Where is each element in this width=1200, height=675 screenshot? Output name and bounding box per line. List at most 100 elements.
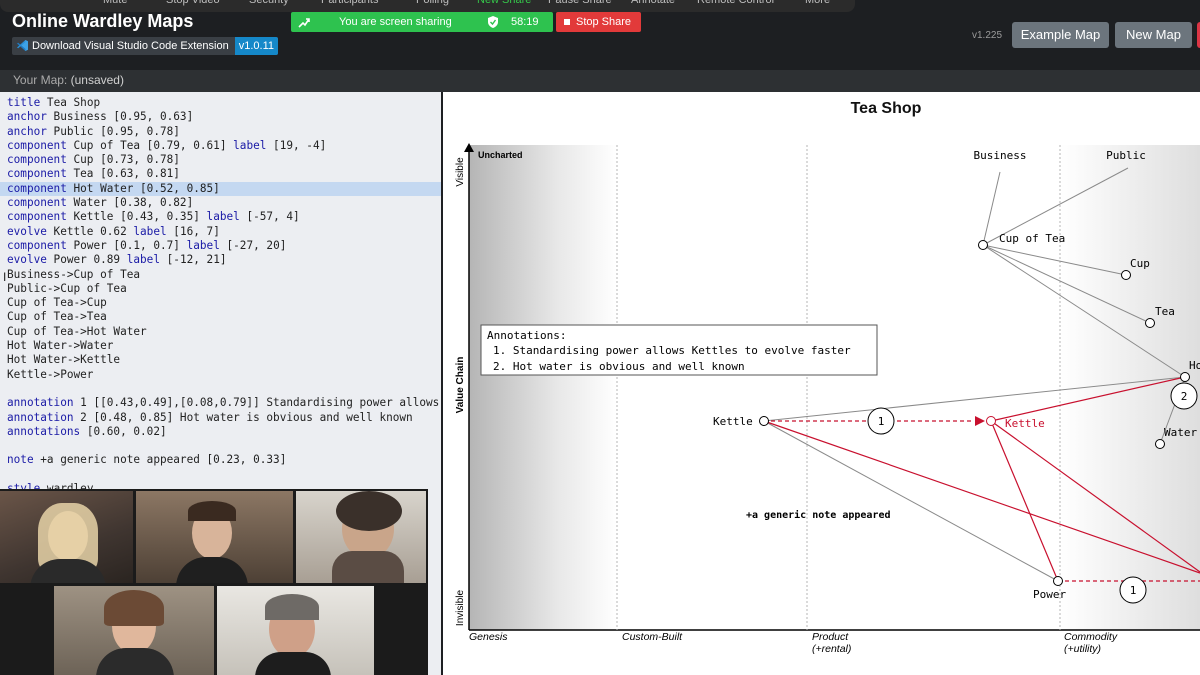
component-water-node[interactable] (1155, 439, 1165, 449)
participant-video-2[interactable] (136, 491, 293, 583)
stop-share-label: Stop Share (576, 16, 632, 28)
vscode-version-badge: v1.0.11 (234, 37, 278, 55)
editor-line[interactable]: note +a generic note appeared [0.23, 0.3… (7, 453, 441, 467)
wardley-map-svg: Tea Shop Uncharted Visible Value Chain I… (455, 100, 1200, 655)
sharing-timer: 58:19 (511, 16, 539, 28)
editor-line[interactable]: component Water [0.38, 0.82] (7, 196, 441, 210)
stage-commodity: Commodity (1064, 631, 1118, 643)
editor-line[interactable]: component Tea [0.63, 0.81] (7, 167, 441, 181)
participant-video-1[interactable] (0, 491, 133, 583)
editor-line[interactable]: anchor Business [0.95, 0.63] (7, 110, 441, 124)
component-hot-water-label[interactable]: Ho (1189, 359, 1200, 372)
editor-line[interactable]: title Tea Shop (7, 96, 441, 110)
anchor-business[interactable]: Business (974, 149, 1027, 162)
text-cursor: I (3, 270, 7, 284)
editor-line[interactable]: Hot Water->Water (7, 339, 441, 353)
editor-line[interactable] (7, 468, 441, 482)
component-cup-of-tea-label[interactable]: Cup of Tea (999, 232, 1065, 245)
editor-line[interactable]: evolve Power 0.89 label [-12, 21] (7, 253, 441, 267)
new-map-button[interactable]: New Map (1115, 22, 1192, 48)
share-screen-icon (297, 15, 311, 32)
zoom-toolbar-item[interactable]: New Share (477, 0, 531, 6)
zoom-toolbar-item[interactable]: Participants (321, 0, 378, 6)
vscode-extension-label: Download Visual Studio Code Extension (32, 40, 229, 52)
editor-line[interactable]: evolve Kettle 0.62 label [16, 7] (7, 225, 441, 239)
component-power-label[interactable]: Power (1033, 588, 1066, 601)
editor-line[interactable]: annotations [0.60, 0.02] (7, 425, 441, 439)
editor-line[interactable]: Cup of Tea->Hot Water (7, 325, 441, 339)
map-status-label: Your Map: (13, 73, 68, 87)
stage-custom-built: Custom-Built (622, 631, 683, 643)
stage-product: Product (812, 631, 849, 643)
participant-video-5[interactable] (217, 586, 374, 675)
editor-line[interactable] (7, 382, 441, 396)
stage-product-sub: (+rental) (812, 643, 851, 655)
zoom-toolbar-item[interactable]: Annotate (631, 0, 675, 6)
annotation-item-2: 2. Hot water is obvious and well known (493, 360, 745, 373)
editor-line[interactable]: component Cup of Tea [0.79, 0.61] label … (7, 139, 441, 153)
editor-content[interactable]: title Tea Shop anchor Business [0.95, 0.6… (0, 92, 441, 496)
editor-line[interactable]: component Power [0.1, 0.7] label [-27, 2… (7, 239, 441, 253)
editor-line[interactable]: Kettle->Power (7, 368, 441, 382)
editor-line[interactable]: Business->Cup of Tea (7, 268, 441, 282)
zoom-toolbar-item[interactable]: Pause Share (548, 0, 612, 6)
screen-sharing-banner: You are screen sharing 58:19 (291, 12, 553, 32)
zoom-toolbar-item[interactable]: Remote Control (697, 0, 774, 6)
wardley-map-canvas[interactable]: Tea Shop Uncharted Visible Value Chain I… (443, 92, 1200, 675)
anchor-public[interactable]: Public (1106, 149, 1146, 162)
genesis-shading (469, 145, 617, 630)
annotation-marker-2-label: 2 (1181, 390, 1188, 403)
evolved-kettle-node[interactable] (986, 416, 996, 426)
app-version: v1.225 (972, 30, 1003, 41)
component-cup-label[interactable]: Cup (1130, 257, 1150, 270)
evolved-kettle-label[interactable]: Kettle (1005, 417, 1045, 430)
vscode-extension-link[interactable]: Download Visual Studio Code Extension v1… (12, 37, 278, 55)
component-cup-node[interactable] (1121, 270, 1131, 280)
component-cup-of-tea-node[interactable] (978, 240, 988, 250)
component-power-node[interactable] (1053, 576, 1063, 586)
y-axis-value-chain-label: Value Chain (455, 357, 466, 414)
y-axis-invisible-label: Invisible (455, 590, 466, 627)
component-hot-water-node[interactable] (1180, 372, 1190, 382)
participant-video-4[interactable] (54, 586, 214, 675)
component-tea-node[interactable] (1145, 318, 1155, 328)
annotation-marker-1b-label: 1 (1130, 584, 1137, 597)
map-status-bar: Your Map: (unsaved) (0, 70, 1200, 92)
map-note[interactable]: +a generic note appeared (746, 509, 891, 521)
stage-commodity-sub: (+utility) (1064, 643, 1101, 655)
editor-line[interactable]: Cup of Tea->Cup (7, 296, 441, 310)
map-status-value: (unsaved) (70, 73, 124, 87)
map-title: Tea Shop (851, 100, 922, 117)
component-kettle-node[interactable] (759, 416, 769, 426)
zoom-toolbar-item[interactable]: Mute (103, 0, 127, 6)
editor-line[interactable]: component Cup [0.73, 0.78] (7, 153, 441, 167)
editor-line[interactable]: Cup of Tea->Tea (7, 310, 441, 324)
editor-line[interactable]: anchor Public [0.95, 0.78] (7, 125, 441, 139)
zoom-toolbar-item[interactable]: Stop Video (166, 0, 220, 6)
stop-share-button[interactable]: Stop Share (556, 12, 641, 32)
editor-line[interactable]: annotation 1 [[0.43,0.49],[0.08,0.79]] S… (7, 396, 441, 410)
annotation-item-1: 1. Standardising power allows Kettles to… (493, 344, 851, 357)
uncharted-label: Uncharted (478, 150, 523, 160)
editor-line[interactable]: Hot Water->Kettle (7, 353, 441, 367)
editor-line[interactable]: component Kettle [0.43, 0.35] label [-57… (7, 210, 441, 224)
editor-line[interactable]: component Hot Water [0.52, 0.85] (0, 181, 441, 197)
editor-line[interactable] (7, 439, 441, 453)
component-tea-label[interactable]: Tea (1155, 305, 1175, 318)
component-kettle-label[interactable]: Kettle (713, 415, 753, 428)
screen-sharing-text: You are screen sharing (339, 16, 452, 28)
video-gallery (0, 489, 428, 675)
component-water-label[interactable]: Water (1164, 426, 1197, 439)
editor-line[interactable]: Public->Cup of Tea (7, 282, 441, 296)
stop-icon (564, 19, 570, 25)
zoom-toolbar-item[interactable]: More (805, 0, 830, 6)
zoom-toolbar-item[interactable]: Polling (416, 0, 449, 6)
annotation-marker-1-label: 1 (878, 415, 885, 428)
zoom-toolbar-item[interactable]: Security (249, 0, 289, 6)
example-map-button[interactable]: Example Map (1012, 22, 1109, 48)
y-axis-visible-label: Visible (455, 157, 466, 187)
participant-video-3[interactable] (296, 491, 426, 583)
editor-line[interactable]: annotation 2 [0.48, 0.85] Hot water is o… (7, 411, 441, 425)
app-title: Online Wardley Maps (12, 11, 194, 31)
vscode-icon (16, 39, 29, 55)
